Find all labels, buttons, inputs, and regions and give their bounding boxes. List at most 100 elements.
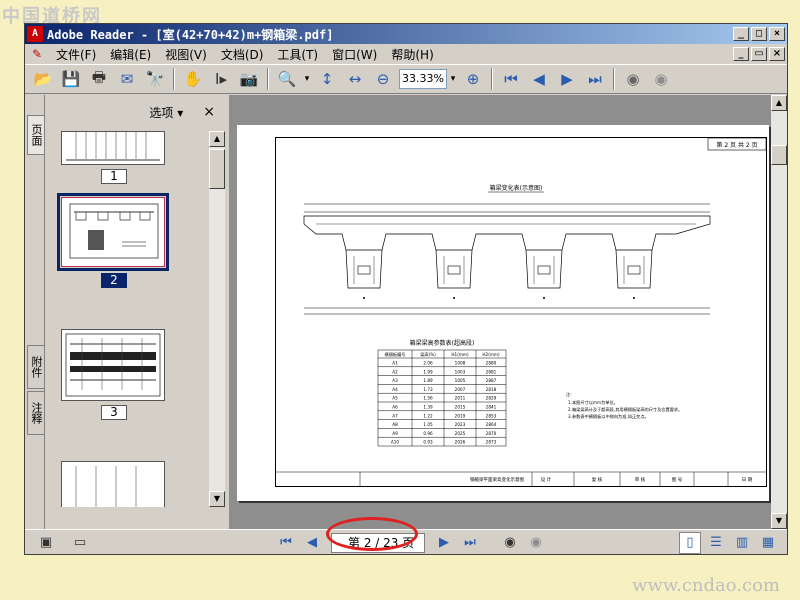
tab-pages[interactable]: 页面 (27, 115, 44, 155)
search-icon[interactable]: 🔭 (143, 67, 167, 91)
table-cell: 2841 (486, 405, 497, 410)
doc-scroll-thumb[interactable] (771, 145, 787, 165)
thumbnail-scrollbar[interactable]: ▲ ▼ (209, 131, 225, 507)
page-number-field[interactable]: 第 2 / 23 页 (331, 532, 425, 553)
hand-icon[interactable]: ✋ (181, 67, 205, 91)
title-bar: A Adobe Reader - [室(42+70+42)m+钢箱梁.pdf] … (25, 24, 787, 44)
menu-window[interactable]: 窗口(W) (325, 46, 384, 63)
zoom-level-input[interactable]: 33.33% (399, 69, 447, 89)
table-cell: A3 (392, 378, 398, 383)
menu-document[interactable]: 文档(D) (214, 46, 271, 63)
table-cell: A1 (392, 361, 398, 366)
print-icon[interactable]: 🖶 (87, 67, 111, 91)
back-icon[interactable]: ◉ (621, 67, 645, 91)
table-title: 箱梁梁高参数表(超高段) (410, 339, 475, 347)
forward-icon[interactable]: ◉ (649, 67, 673, 91)
drawing-name: 钢箱梁平面梁高变化示意图 (470, 476, 524, 483)
maximize-button[interactable]: □ (751, 27, 767, 41)
prev-page-icon[interactable]: ◀ (301, 532, 323, 554)
page-layout-icon[interactable]: ▣ (35, 532, 57, 554)
tab-attachments[interactable]: 附件 (27, 345, 44, 389)
scroll-down-button[interactable]: ▼ (209, 491, 225, 507)
table-cell: 1.05 (423, 422, 433, 427)
menu-help[interactable]: 帮助(H) (384, 46, 440, 63)
next-page-icon[interactable]: ▶ (433, 532, 455, 554)
doc-scroll-up-button[interactable]: ▲ (771, 95, 787, 111)
select-text-icon[interactable]: I▸ (209, 67, 233, 91)
minimize-button[interactable]: _ (733, 27, 749, 41)
page-thumbnail-3[interactable] (61, 329, 165, 401)
first-page-icon[interactable]: ⏮ (499, 67, 523, 91)
page-thumbnail-4[interactable] (61, 461, 165, 507)
zoom-in-icon[interactable]: 🔍 (275, 67, 299, 91)
table-cell: 2007 (455, 387, 466, 392)
prev-page-icon[interactable]: ◀ (527, 67, 551, 91)
thumbnail-label-2: 2 (101, 273, 127, 288)
first-page-icon[interactable]: ⏮ (275, 532, 297, 554)
zoom-out-minus-icon[interactable]: ⊖ (371, 67, 395, 91)
doc-close-button[interactable]: × (769, 47, 785, 61)
doc-minimize-button[interactable]: _ (733, 47, 749, 61)
table-cell: 0.93 (423, 440, 433, 445)
menu-file[interactable]: 文件(F) (49, 46, 103, 63)
drawing-svg: 第 2 页 共 2 页 箱梁变化表(示意图) 箱梁梁高参数表(超高段) 横隔板编… (276, 138, 766, 486)
doc-scroll-down-button[interactable]: ▼ (771, 513, 787, 529)
close-button[interactable]: × (769, 27, 785, 41)
title-block-text: 钢箱梁平面梁高变化示意图 设 计 复 核 审 核 图 号 日 期 (470, 476, 753, 483)
options-menu-button[interactable]: 选项 ▾ (149, 104, 183, 121)
table-cell: 2870 (486, 431, 497, 436)
facing-icon[interactable]: ▥ (731, 532, 753, 554)
table-header-cell: H2(mm) (482, 352, 500, 357)
table-cell: 2853 (486, 413, 497, 418)
toolbar-separator (173, 68, 175, 90)
table-cell: 1003 (455, 369, 466, 374)
fit-page-icon[interactable]: ↕ (315, 67, 339, 91)
menu-edit[interactable]: 编辑(E) (103, 46, 158, 63)
scroll-thumb[interactable] (209, 149, 225, 189)
save-icon[interactable]: 💾 (59, 67, 83, 91)
open-icon[interactable]: 📂 (31, 67, 55, 91)
thumbnail-label-1: 1 (101, 169, 127, 184)
zoom-dropdown-icon[interactable]: ▾ (447, 74, 459, 84)
table-cell: A7 (392, 413, 398, 418)
single-page-icon[interactable]: ▯ (679, 531, 701, 554)
table-cell: A9 (392, 431, 398, 436)
table-cell: 2015 (455, 405, 466, 410)
main-toolbar: 📂 💾 🖶 ✉ 🔭 ✋ I▸ 📷 🔍 ▾ ↕ ↔ ⊖ 33.33% ▾ ⊕ ⏮ … (25, 64, 787, 94)
scroll-up-button[interactable]: ▲ (209, 131, 225, 147)
page-thumbnail-2[interactable] (61, 197, 165, 267)
drawing-frame: 第 2 页 共 2 页 箱梁变化表(示意图) 箱梁梁高参数表(超高段) 横隔板编… (275, 137, 767, 487)
forward-icon[interactable]: ◉ (525, 532, 547, 554)
table-text: 横隔板编号 梁高(%) H1(mm) H2(mm) A1 2.06 1008 2… (385, 351, 500, 445)
zoom-in-plus-icon[interactable]: ⊕ (461, 67, 485, 91)
doc-restore-button[interactable]: ▭ (751, 47, 767, 61)
thumbnail-4-content (75, 466, 137, 507)
document-scrollbar[interactable]: ▲ ▼ (771, 95, 787, 529)
page-size-icon[interactable]: ▭ (69, 532, 91, 554)
panel-close-button[interactable]: × (203, 104, 215, 120)
continuous-icon[interactable]: ☰ (705, 532, 727, 554)
next-page-icon[interactable]: ▶ (555, 67, 579, 91)
continuous-facing-icon[interactable]: ▦ (757, 532, 779, 554)
table-cell: 1.56 (423, 396, 433, 401)
email-icon[interactable]: ✉ (115, 67, 139, 91)
menu-view[interactable]: 视图(V) (158, 46, 214, 63)
thumbnail-2-content (69, 203, 159, 259)
last-page-icon[interactable]: ⏭ (459, 532, 481, 554)
thumbnail-list: 1 2 3 (45, 131, 209, 507)
navigation-tabs: 页面 附件 注释 (25, 95, 45, 529)
snapshot-icon[interactable]: 📷 (237, 67, 261, 91)
table-cell: 2023 (455, 422, 466, 427)
panel-header: 选项 ▾ × (45, 95, 225, 129)
table-cell: 0.96 (423, 431, 433, 436)
page-thumbnail-1[interactable] (61, 131, 165, 165)
last-page-icon[interactable]: ⏭ (583, 67, 607, 91)
table-cell: 2019 (455, 413, 466, 418)
tab-comments[interactable]: 注释 (27, 391, 44, 435)
fit-width-icon[interactable]: ↔ (343, 67, 367, 91)
table-header-cell: 横隔板编号 (385, 351, 406, 358)
menu-tools[interactable]: 工具(T) (270, 46, 325, 63)
table-cell: 2818 (486, 387, 497, 392)
back-icon[interactable]: ◉ (499, 532, 521, 554)
zoom-tool-dropdown-icon[interactable]: ▾ (301, 74, 313, 84)
